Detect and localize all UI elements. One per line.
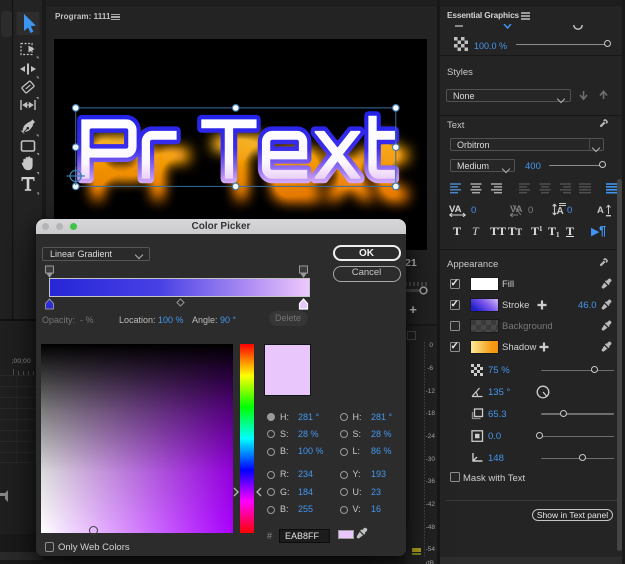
svg-text:A: A <box>597 205 604 216</box>
svg-text:VA: VA <box>449 204 462 215</box>
svg-text:A: A <box>557 206 564 217</box>
